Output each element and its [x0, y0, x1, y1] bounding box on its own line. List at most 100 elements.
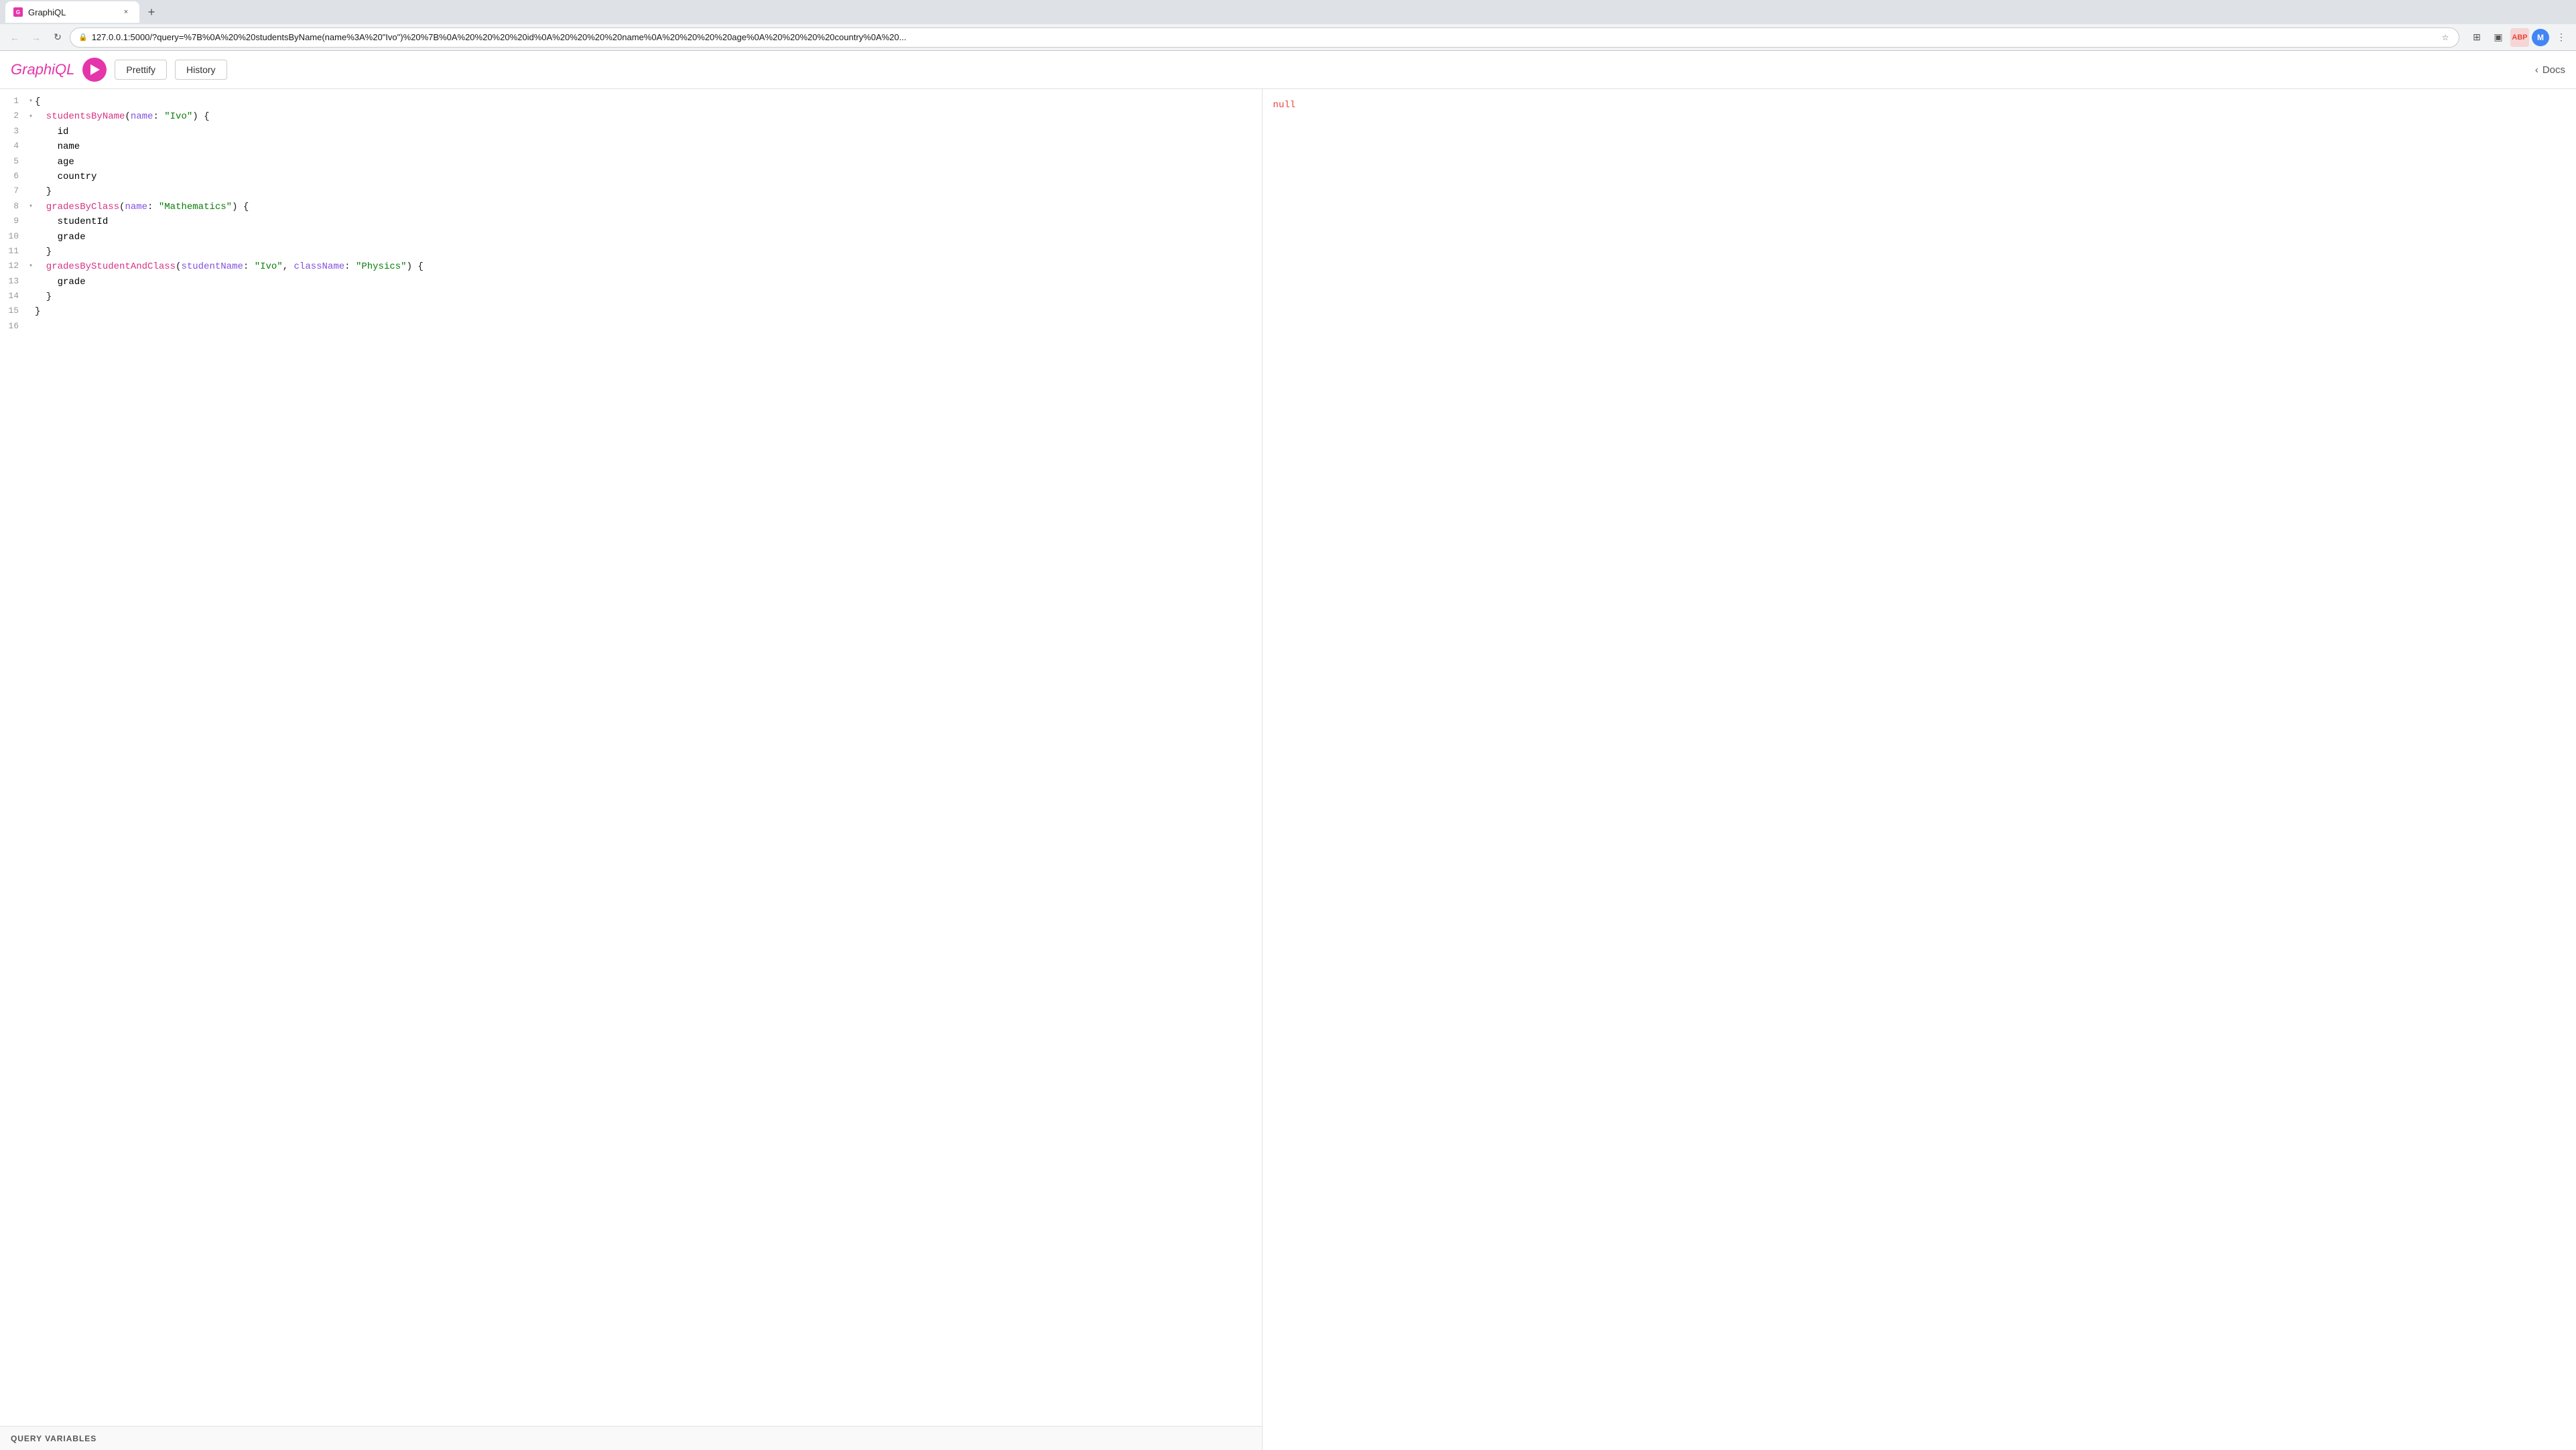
lock-icon: 🔒 [78, 33, 88, 42]
forward-button[interactable]: → [27, 28, 46, 47]
code-line-4: 4 name [0, 139, 1262, 154]
line-content: studentsByName(name: "Ivo") { [35, 109, 1262, 124]
code-line-10: 10 grade [0, 230, 1262, 245]
tab-favicon: G [13, 7, 23, 17]
line-content: grade [35, 230, 1262, 245]
result-panel: null [1263, 89, 2576, 1450]
code-line-12: 12 ▾ gradesByStudentAndClass(studentName… [0, 259, 1262, 274]
code-line-13: 13 grade [0, 275, 1262, 289]
line-number: 8 [0, 200, 27, 214]
extensions-button[interactable]: ⊞ [2467, 28, 2486, 47]
graphiql-logo: GraphiQL [11, 61, 74, 78]
line-gutter [27, 139, 35, 154]
line-number: 7 [0, 184, 27, 199]
new-tab-button[interactable]: + [142, 3, 161, 21]
wallet-button[interactable]: ▣ [2489, 28, 2508, 47]
bookmark-icon[interactable]: ☆ [2440, 32, 2451, 43]
query-panel: 1 ▾ { 2 ▾ studentsByName(name: "Ivo") { … [0, 89, 1263, 1450]
address-bar-icons: ☆ [2440, 32, 2451, 43]
line-gutter [27, 245, 35, 259]
line-content: name [35, 139, 1262, 154]
docs-button[interactable]: ‹ Docs [2535, 64, 2565, 76]
code-line-7: 7 } [0, 184, 1262, 199]
graphiql-header: GraphiQL Prettify History ‹ Docs [0, 51, 2576, 89]
adblocker-button[interactable]: ABP [2510, 28, 2529, 47]
back-icon: ← [10, 32, 19, 43]
tab-close-button[interactable]: × [121, 7, 131, 17]
line-gutter [27, 214, 35, 229]
browser-toolbar-right: ⊞ ▣ ABP M ⋮ [2467, 28, 2571, 47]
line-number: 11 [0, 245, 27, 259]
line-number: 3 [0, 125, 27, 139]
code-line-14: 14 } [0, 289, 1262, 304]
back-button[interactable]: ← [5, 28, 24, 47]
line-number: 10 [0, 230, 27, 245]
line-number: 4 [0, 139, 27, 154]
address-bar-container: 🔒 ☆ [70, 27, 2459, 48]
line-content: country [35, 170, 1262, 184]
line-gutter [27, 230, 35, 245]
line-content: } [35, 289, 1262, 304]
line-number: 16 [0, 320, 27, 334]
line-number: 9 [0, 214, 27, 229]
browser-tab[interactable]: G GraphiQL × [5, 1, 139, 23]
query-editor[interactable]: 1 ▾ { 2 ▾ studentsByName(name: "Ivo") { … [0, 89, 1262, 1426]
line-gutter [27, 320, 35, 334]
line-content: age [35, 155, 1262, 170]
result-null-value: null [1273, 100, 1296, 111]
editor-area: 1 ▾ { 2 ▾ studentsByName(name: "Ivo") { … [0, 89, 2576, 1450]
line-gutter [27, 155, 35, 170]
tab-bar: G GraphiQL × + [0, 0, 2576, 24]
line-content: { [35, 94, 1262, 109]
line-content: } [35, 245, 1262, 259]
forward-icon: → [31, 32, 41, 43]
graphiql-app: GraphiQL Prettify History ‹ Docs 1 ▾ { [0, 51, 2576, 1450]
line-number: 12 [0, 259, 27, 274]
docs-chevron-icon: ‹ [2535, 64, 2538, 76]
menu-button[interactable]: ⋮ [2552, 28, 2571, 47]
line-number: 15 [0, 304, 27, 319]
query-variables-bar[interactable]: QUERY VARIABLES [0, 1426, 1262, 1450]
line-number: 5 [0, 155, 27, 170]
tab-title: GraphiQL [28, 7, 115, 17]
address-input[interactable] [92, 32, 2436, 42]
line-gutter: ▾ [27, 200, 35, 214]
query-variables-label: QUERY VARIABLES [11, 1434, 96, 1443]
code-line-5: 5 age [0, 155, 1262, 170]
run-icon [90, 64, 100, 75]
reload-button[interactable]: ↻ [48, 28, 67, 47]
code-line-9: 9 studentId [0, 214, 1262, 229]
line-number: 2 [0, 109, 27, 124]
code-line-8: 8 ▾ gradesByClass(name: "Mathematics") { [0, 200, 1262, 214]
line-number: 13 [0, 275, 27, 289]
line-gutter [27, 304, 35, 319]
docs-label: Docs [2542, 64, 2565, 76]
line-content: } [35, 184, 1262, 199]
line-content [35, 320, 1262, 334]
history-button[interactable]: History [175, 60, 227, 80]
line-number: 6 [0, 170, 27, 184]
line-gutter: ▾ [27, 94, 35, 109]
line-content: gradesByStudentAndClass(studentName: "Iv… [35, 259, 1262, 274]
reload-icon: ↻ [54, 31, 62, 43]
profile-button[interactable]: M [2532, 29, 2549, 46]
prettify-button[interactable]: Prettify [115, 60, 167, 80]
code-line-1: 1 ▾ { [0, 94, 1262, 109]
navigation-bar: ← → ↻ 🔒 ☆ ⊞ ▣ ABP M ⋮ [0, 24, 2576, 51]
line-number: 14 [0, 289, 27, 304]
line-content: grade [35, 275, 1262, 289]
line-gutter [27, 275, 35, 289]
result-content: null [1263, 89, 2576, 1450]
line-gutter: ▾ [27, 259, 35, 274]
code-line-15: 15 } [0, 304, 1262, 319]
code-line-11: 11 } [0, 245, 1262, 259]
code-line-6: 6 country [0, 170, 1262, 184]
line-content: } [35, 304, 1262, 319]
logo-text: GraphiQL [11, 61, 74, 78]
line-content: studentId [35, 214, 1262, 229]
code-line-2: 2 ▾ studentsByName(name: "Ivo") { [0, 109, 1262, 124]
run-button[interactable] [82, 58, 107, 82]
browser-chrome: G GraphiQL × + ← → ↻ 🔒 ☆ ⊞ ▣ ABP M ⋮ [0, 0, 2576, 51]
line-number: 1 [0, 94, 27, 109]
line-gutter [27, 170, 35, 184]
